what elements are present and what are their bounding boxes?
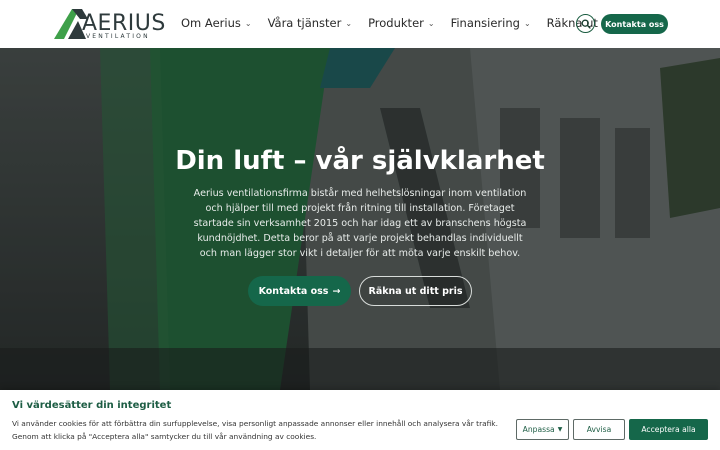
nav-item-label: Om Aerius — [181, 16, 241, 30]
cookie-description: Vi använder cookies för att förbättra di… — [12, 419, 498, 441]
cookie-customize-button[interactable]: Anpassa ▼ — [516, 419, 569, 440]
hero-title: Din luft – vår självklarhet — [175, 146, 545, 176]
hero-price-button[interactable]: Räkna ut ditt pris — [359, 276, 472, 306]
contact-button[interactable]: Kontakta oss — [601, 14, 668, 34]
chevron-down-icon: ⌄ — [523, 18, 531, 28]
nav-item-om-aerius[interactable]: Om Aerius ⌄ — [181, 16, 252, 30]
cookie-title: Vi värdesätter din integritet — [12, 400, 172, 411]
cookie-banner: Vi värdesätter din integritet Vi använde… — [0, 390, 720, 450]
cookie-reject-button[interactable]: Avvisa — [573, 419, 625, 440]
nav-item-vara-tjanster[interactable]: Våra tjänster ⌄ — [268, 16, 353, 30]
nav-item-label: Våra tjänster — [267, 16, 342, 30]
cookie-customize-label: Anpassa — [522, 425, 555, 434]
search-icon — [581, 19, 591, 29]
hero-description: Aerius ventilationsfirma bistår med helh… — [193, 188, 527, 259]
hero-contact-button-label: Kontakta oss — [258, 285, 329, 297]
chevron-down-icon: ⌄ — [345, 18, 353, 28]
hero-section: Din luft – vår självklarhet Aerius venti… — [0, 48, 720, 390]
cookie-accept-all-button[interactable]: Acceptera alla — [629, 419, 708, 440]
chevron-down-icon: ⌄ — [427, 18, 435, 28]
logo-subtitle: VENTILATION — [86, 33, 150, 40]
hero-contact-button[interactable]: Kontakta oss → — [248, 276, 351, 306]
arrow-right-icon: → — [332, 285, 341, 297]
nav-item-label: Finansiering — [450, 16, 520, 30]
chevron-down-icon: ⌄ — [244, 18, 252, 28]
caret-down-icon: ▼ — [557, 426, 563, 433]
nav-item-label: Produkter — [368, 16, 424, 30]
aerius-logo[interactable]: AERIUS VENTILATION — [52, 7, 165, 41]
nav-item-produkter[interactable]: Produkter ⌄ — [368, 16, 435, 30]
site-header: AERIUS VENTILATION Om Aerius ⌄ Våra tjän… — [0, 0, 720, 48]
nav-item-finansiering[interactable]: Finansiering ⌄ — [451, 16, 531, 30]
search-button[interactable] — [576, 14, 595, 33]
